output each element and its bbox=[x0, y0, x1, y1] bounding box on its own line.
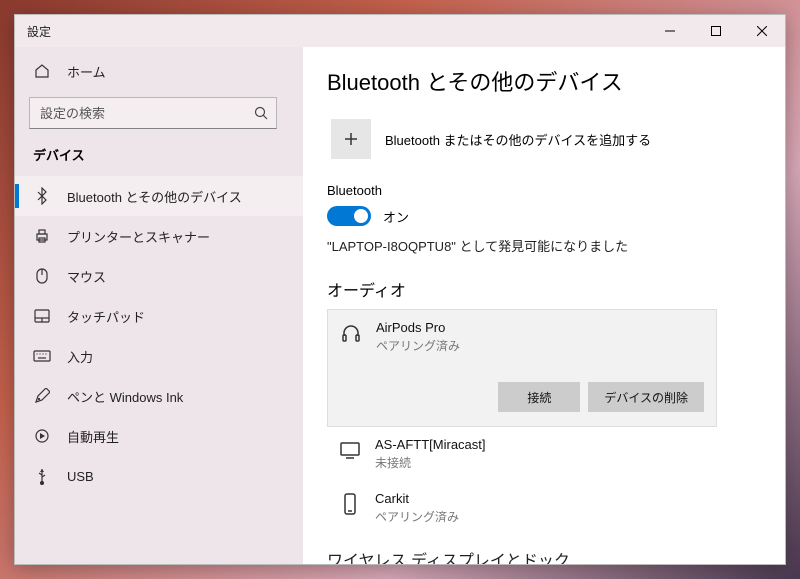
bluetooth-toggle-row: オン bbox=[327, 206, 757, 226]
sidebar-item-printers[interactable]: プリンターとスキャナー bbox=[15, 216, 303, 256]
settings-window: 設定 ホーム bbox=[14, 14, 786, 565]
keyboard-icon bbox=[33, 347, 51, 365]
sidebar-item-label: プリンターとスキャナー bbox=[67, 227, 210, 246]
sidebar-home[interactable]: ホーム bbox=[15, 51, 303, 91]
plus-icon bbox=[331, 119, 371, 159]
wireless-display-heading: ワイヤレス ディスプレイとドック bbox=[327, 547, 757, 564]
minimize-button[interactable] bbox=[647, 15, 693, 47]
maximize-button[interactable] bbox=[693, 15, 739, 47]
device-list: AirPods Pro ペアリング済み 接続 デバイスの削除 bbox=[327, 309, 717, 535]
pen-icon bbox=[33, 387, 51, 405]
main-panel: Bluetooth とその他のデバイス Bluetooth またはその他のデバイ… bbox=[303, 47, 785, 564]
printer-icon bbox=[33, 227, 51, 245]
category-title: デバイス bbox=[15, 139, 303, 176]
device-card[interactable]: AirPods Pro ペアリング済み 接続 デバイスの削除 bbox=[327, 309, 717, 427]
sidebar-item-label: マウス bbox=[67, 267, 106, 286]
remove-device-button[interactable]: デバイスの削除 bbox=[588, 382, 704, 412]
sidebar-item-label: タッチパッド bbox=[67, 307, 145, 326]
search-row bbox=[15, 91, 303, 139]
sidebar-item-usb[interactable]: USB bbox=[15, 456, 303, 496]
device-status: 未接続 bbox=[375, 454, 486, 471]
touchpad-icon bbox=[33, 307, 51, 325]
device-status: ペアリング済み bbox=[375, 508, 459, 525]
sidebar-item-label: Bluetooth とその他のデバイス bbox=[67, 187, 242, 206]
device-card[interactable]: Carkit ペアリング済み bbox=[327, 481, 717, 535]
sidebar-item-pen[interactable]: ペンと Windows Ink bbox=[15, 376, 303, 416]
sidebar-item-label: USB bbox=[67, 469, 94, 484]
close-button[interactable] bbox=[739, 15, 785, 47]
page-title: Bluetooth とその他のデバイス bbox=[327, 65, 757, 97]
sidebar-item-label: 入力 bbox=[67, 347, 93, 366]
nav-list: Bluetooth とその他のデバイス プリンターとスキャナー マウス bbox=[15, 176, 303, 496]
sidebar-item-bluetooth[interactable]: Bluetooth とその他のデバイス bbox=[15, 176, 303, 216]
mouse-icon bbox=[33, 267, 51, 285]
search-box[interactable] bbox=[29, 97, 277, 129]
sidebar-item-touchpad[interactable]: タッチパッド bbox=[15, 296, 303, 336]
sidebar-item-mouse[interactable]: マウス bbox=[15, 256, 303, 296]
window-controls bbox=[647, 15, 785, 47]
display-icon bbox=[339, 439, 361, 461]
discoverable-text: "LAPTOP-I8OQPTU8" として発見可能になりました bbox=[327, 236, 757, 255]
sidebar-item-label: 自動再生 bbox=[67, 427, 119, 446]
sidebar-item-autoplay[interactable]: 自動再生 bbox=[15, 416, 303, 456]
audio-heading: オーディオ bbox=[327, 277, 757, 301]
add-device-label: Bluetooth またはその他のデバイスを追加する bbox=[385, 130, 651, 149]
sidebar: ホーム デバイス Bluetooth とその他のデバイス bbox=[15, 47, 303, 564]
device-actions: 接続 デバイスの削除 bbox=[340, 382, 704, 412]
bluetooth-icon bbox=[33, 187, 51, 205]
device-name: AS-AFTT[Miracast] bbox=[375, 437, 486, 452]
home-icon bbox=[33, 62, 51, 80]
bluetooth-toggle[interactable] bbox=[327, 206, 371, 226]
device-card[interactable]: AS-AFTT[Miracast] 未接続 bbox=[327, 427, 717, 481]
bluetooth-label: Bluetooth bbox=[327, 183, 757, 198]
search-input[interactable] bbox=[30, 106, 246, 121]
search-icon bbox=[246, 106, 276, 120]
device-status: ペアリング済み bbox=[376, 337, 460, 354]
window-title: 設定 bbox=[15, 23, 647, 40]
sidebar-item-label: ペンと Windows Ink bbox=[67, 387, 183, 406]
device-name: Carkit bbox=[375, 491, 459, 506]
phone-icon bbox=[339, 493, 361, 515]
titlebar: 設定 bbox=[15, 15, 785, 47]
window-body: ホーム デバイス Bluetooth とその他のデバイス bbox=[15, 47, 785, 564]
add-device-button[interactable]: Bluetooth またはその他のデバイスを追加する bbox=[327, 117, 757, 161]
home-label: ホーム bbox=[67, 62, 106, 81]
usb-icon bbox=[33, 467, 51, 485]
headphones-icon bbox=[340, 322, 362, 344]
autoplay-icon bbox=[33, 427, 51, 445]
connect-button[interactable]: 接続 bbox=[498, 382, 580, 412]
device-name: AirPods Pro bbox=[376, 320, 460, 335]
sidebar-item-typing[interactable]: 入力 bbox=[15, 336, 303, 376]
bluetooth-state: オン bbox=[383, 207, 409, 226]
